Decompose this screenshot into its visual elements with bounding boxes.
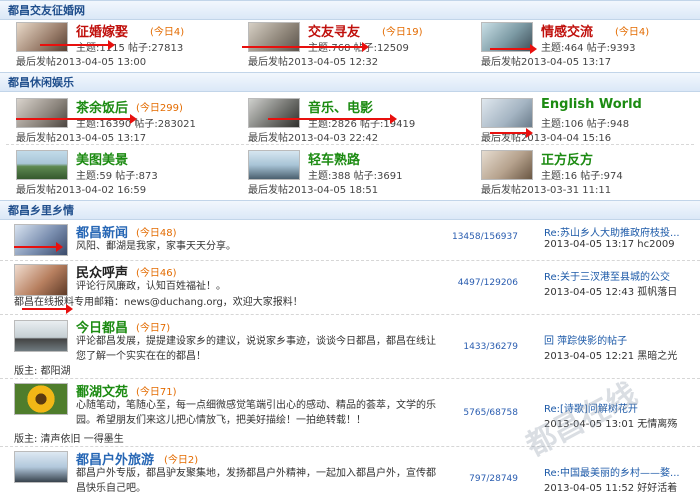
last-post-link[interactable]: 回 萍踪侠影的帖子 <box>544 332 694 347</box>
couple-photo-icon[interactable] <box>16 22 68 52</box>
last-post-link[interactable]: Re:苏山乡人大助推政府枝投... <box>544 224 694 239</box>
forum-name[interactable]: English World <box>541 97 642 112</box>
forum-description: 都昌户外专版，都昌驴友聚集地，发扬都昌户外精神，一起加入都昌户外，宣传都昌快乐自… <box>76 468 436 494</box>
pavilion-photo-icon[interactable] <box>14 320 68 352</box>
forum-cell[interactable]: English World 主题:106 帖子:948 最后发帖2013-04-… <box>481 96 696 146</box>
last-post-meta: 2013-04-05 13:17 hc2009 <box>544 239 675 250</box>
topic-post-counts: 13458/156937 <box>451 232 518 242</box>
last-post-time: 最后发帖2013-04-05 13:17 <box>481 57 612 68</box>
film-photo-icon[interactable] <box>248 98 300 128</box>
forum-cell[interactable]: 情感交流 (今日4) 主题:464 帖子:9393 最后发帖2013-04-05… <box>481 20 696 70</box>
topic-post-counts: 1433/36279 <box>463 342 518 352</box>
forum-name[interactable]: 茶余饭后 <box>76 97 128 116</box>
crowd-photo-icon[interactable] <box>14 264 68 296</box>
forum-moderators: 版主: 都阳湖 <box>14 366 71 377</box>
hikers-photo-icon[interactable] <box>14 451 68 483</box>
forum-stats: 主题:106 帖子:948 <box>541 119 630 130</box>
last-post-time: 最后发帖2013-03-31 11:11 <box>481 185 612 196</box>
forum-stats: 主题:464 帖子:9393 <box>541 43 636 54</box>
forum-description: 评论都昌发展，提提建设家乡的建议，说说家乡事迹，谈谈今日都昌，都昌在线让您了解一… <box>76 336 436 362</box>
red-arrow-annotation <box>40 40 115 50</box>
today-count: (今日299) <box>136 103 183 114</box>
red-arrow-annotation <box>14 242 63 252</box>
today-count: (今日19) <box>382 27 423 38</box>
last-post-time: 最后发帖2013-04-05 13:17 <box>16 133 147 144</box>
forum-name[interactable]: 征婚嫁娶 <box>76 21 128 40</box>
last-post-meta: 2013-04-05 12:43 孤帆落日 <box>544 287 678 298</box>
forum-name[interactable]: 美图美景 <box>76 149 128 168</box>
today-count: (今日4) <box>150 27 185 38</box>
last-post-link[interactable]: Re:关于三汊港至县城的公交 <box>544 268 694 283</box>
last-post-time: 最后发帖2013-04-05 18:51 <box>248 185 379 196</box>
forum-row[interactable]: 民众呼声 (今日46) 评论行风廉政，认知百姓福祉！。 都昌在线报料专用邮箱：n… <box>0 260 700 315</box>
today-count: (今日2) <box>164 455 199 466</box>
row-divider <box>6 144 694 145</box>
forum-name[interactable]: 正方反方 <box>541 149 593 168</box>
last-post-meta: 2013-04-05 12:21 黑暗之光 <box>544 351 678 362</box>
red-arrow-annotation <box>16 114 137 124</box>
forum-stats: 主题:388 帖子:3691 <box>308 171 403 182</box>
last-post-time: 最后发帖2013-04-02 16:59 <box>16 185 147 196</box>
forum-row[interactable]: 都昌新闻 (今日48) 风阳、鄱湖是我家，家事天天分享。 13458/15693… <box>0 220 700 261</box>
sunflower-photo-icon[interactable] <box>14 383 68 415</box>
section-title-dating: 都昌交友征婚网 <box>0 0 700 20</box>
forum-moderators: 版主: 清声依旧 一得墨生 <box>14 434 124 445</box>
last-post-time: 最后发帖2013-04-05 12:32 <box>248 57 379 68</box>
today-count: (今日71) <box>136 387 177 398</box>
forum-description: 心随笔动，笔随心至，每一点细微感觉笔端引出心的感动、精品的荟萃，文学的乐园。希望… <box>76 400 436 426</box>
today-count: (今日46) <box>136 268 177 279</box>
leisure-forums-grid: 茶余饭后 (今日299) 主题:16390 帖子:283021 最后发帖2013… <box>0 92 700 198</box>
forum-row[interactable]: 都昌户外旅游 (今日2) 都昌户外专版，都昌驴友聚集地，发扬都昌户外精神，一起加… <box>0 446 700 502</box>
today-count: (今日7) <box>136 323 171 334</box>
topic-post-counts: 4497/129206 <box>457 278 518 288</box>
red-arrow-annotation <box>242 42 369 52</box>
forum-cell[interactable]: 正方反方 主题:16 帖子:974 最后发帖2013-03-31 11:11 <box>481 148 696 198</box>
today-count: (今日48) <box>136 228 177 239</box>
forum-name[interactable]: 音乐、电影 <box>308 97 373 116</box>
forum-cell[interactable]: 茶余饭后 (今日299) 主题:16390 帖子:283021 最后发帖2013… <box>16 96 236 146</box>
topic-post-counts: 5765/68758 <box>463 408 518 418</box>
last-post-time: 最后发帖2013-04-05 13:00 <box>16 57 147 68</box>
forum-row[interactable]: 今日都昌 (今日7) 评论都昌发展，提提建设家乡的建议，说说家乡事迹，谈谈今日都… <box>0 314 700 379</box>
last-post-link[interactable]: Re:中国最美丽的乡村——婺... <box>544 464 694 479</box>
forum-name[interactable]: 轻车熟路 <box>308 149 360 168</box>
forum-name[interactable]: 交友寻友 <box>308 21 360 40</box>
today-count: (今日4) <box>615 27 650 38</box>
forum-stats: 主题:16 帖子:974 <box>541 171 623 182</box>
cyclist-photo-icon[interactable] <box>248 150 300 180</box>
forum-stats: 主题:59 帖子:873 <box>76 171 158 182</box>
section-title-leisure: 都昌休闲娱乐 <box>0 72 700 92</box>
crowd-photo-icon[interactable] <box>481 150 533 180</box>
forum-stats: 主题:1115 帖子:27813 <box>76 43 184 54</box>
forum-notice: 都昌在线报料专用邮箱：news@duchang.org，欢迎大家报料！ <box>14 297 303 308</box>
forum-description: 评论行风廉政，认知百姓福祉！。 <box>76 281 226 292</box>
red-arrow-annotation <box>22 304 73 314</box>
red-arrow-annotation <box>490 128 533 138</box>
last-post-time: 最后发帖2013-04-03 22:42 <box>248 133 379 144</box>
forum-cell[interactable]: 美图美景 主题:59 帖子:873 最后发帖2013-04-02 16:59 <box>16 148 236 198</box>
hometown-forums-list: 都昌新闻 (今日48) 风阳、鄱湖是我家，家事天天分享。 13458/15693… <box>0 220 700 502</box>
forum-cell[interactable]: 轻车熟路 主题:388 帖子:3691 最后发帖2013-04-05 18:51 <box>248 148 468 198</box>
forum-name[interactable]: 情感交流 <box>541 21 593 40</box>
book-photo-icon[interactable] <box>481 98 533 128</box>
red-arrow-annotation <box>490 44 537 54</box>
last-post-meta: 2013-04-05 11:52 好好活着 <box>544 483 678 494</box>
group-photo-icon[interactable] <box>16 98 68 128</box>
forum-description: 风阳、鄱湖是我家，家事天天分享。 <box>76 241 236 252</box>
topic-post-counts: 797/28749 <box>469 474 518 484</box>
forum-cell[interactable]: 交友寻友 (今日19) 主题:768 帖子:12509 最后发帖2013-04-… <box>248 20 468 70</box>
section-title-hometown: 都昌乡里乡情 <box>0 200 700 220</box>
landscape-photo-icon[interactable] <box>16 150 68 180</box>
red-arrow-annotation <box>268 114 397 124</box>
forum-cell[interactable]: 音乐、电影 主题:2826 帖子:19419 最后发帖2013-04-03 22… <box>248 96 468 146</box>
